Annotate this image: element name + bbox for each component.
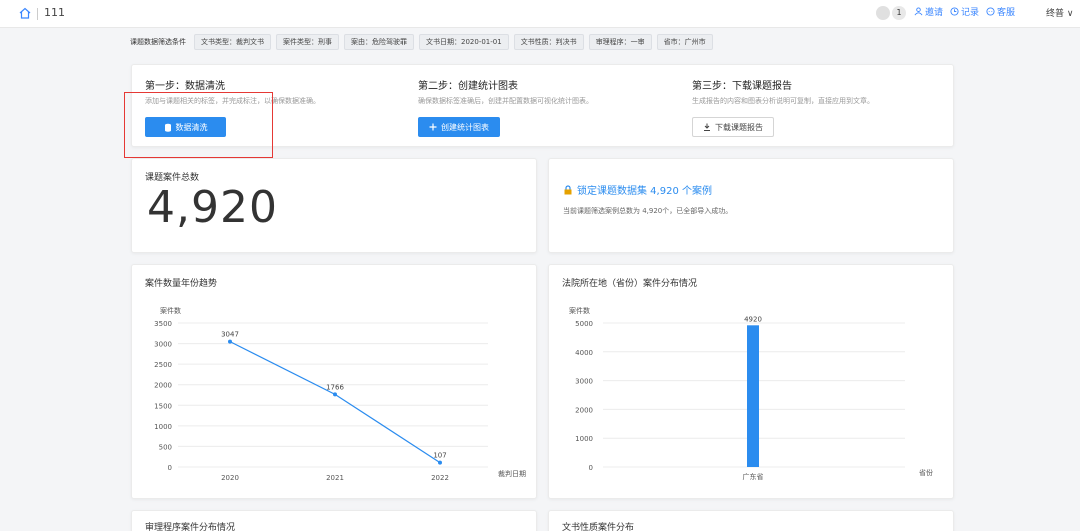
filter-chip[interactable]: 省市：广州市 <box>656 34 713 50</box>
step2-desc: 确保数据标签准确后，创建并配置数据可视化统计图表。 <box>418 97 593 105</box>
y-tick-label: 3500 <box>154 320 172 328</box>
y-tick-label: 3000 <box>575 378 593 386</box>
invite-link[interactable]: 邀请 <box>914 5 943 18</box>
data-label: 3047 <box>221 331 239 339</box>
data-point <box>438 460 442 465</box>
step2-title: 第二步：创建统计图表 <box>418 81 518 92</box>
y-tick-label: 1000 <box>575 435 593 443</box>
lock-subtext: 当前课题筛选案例总数为 4,920个，已全部导入成功。 <box>563 207 733 215</box>
divider <box>37 8 38 20</box>
y-tick-label: 2500 <box>154 361 172 369</box>
y-tick-label: 2000 <box>575 406 593 414</box>
user-menu[interactable]: 终普 ∨ <box>1046 6 1073 19</box>
download-report-label: 下载课题报告 <box>715 122 763 132</box>
record-label: 记录 <box>961 8 980 18</box>
data-label: 4920 <box>744 315 762 323</box>
data-label: 1766 <box>326 383 344 391</box>
download-report-button[interactable]: 下载课题报告 <box>692 117 774 137</box>
lock-dataset-link[interactable]: 锁定课题数据集 4,920 个案例 <box>563 182 712 197</box>
filter-chip[interactable]: 案由：危险驾驶罪 <box>344 34 414 50</box>
y-tick-label: 3000 <box>154 341 172 349</box>
bar <box>747 325 759 467</box>
create-chart-button[interactable]: 创建统计图表 <box>418 117 500 137</box>
x-tick-label: 广东省 <box>743 472 764 481</box>
notification-badge[interactable]: 1 <box>892 6 906 20</box>
filter-bar: 课题数据筛选条件 文书类型：裁判文书 案件类型：刑事 案由：危险驾驶罪 文书日期… <box>130 34 713 50</box>
line-chart-title: 案件数量年份趋势 <box>145 279 218 289</box>
y-tick-label: 2000 <box>154 382 172 390</box>
x-tick-label: 2022 <box>431 474 449 482</box>
doc-nature-title: 文书性质案件分布 <box>562 523 635 531</box>
x-tick-label: 2020 <box>221 474 239 482</box>
y-tick-label: 4000 <box>575 349 593 357</box>
top-bar: 111 1 邀请 记录 客服 终普 ∨ <box>0 0 1080 28</box>
home-icon[interactable] <box>18 6 32 20</box>
x-axis-label: 省份 <box>919 468 933 477</box>
y-axis-label: 案件数 <box>569 306 590 315</box>
step3-desc: 生成报告的内容和图表分析说明可复制，直接应用到文章。 <box>692 97 874 105</box>
download-icon <box>704 123 710 131</box>
record-link[interactable]: 记录 <box>950 5 979 18</box>
filter-title: 课题数据筛选条件 <box>130 38 186 46</box>
filter-chip[interactable]: 文书类型：裁判文书 <box>194 34 271 50</box>
breadcrumb[interactable]: 111 <box>44 6 65 19</box>
y-tick-label: 5000 <box>575 320 593 328</box>
bar-chart: 案件数 省份 0 1000 2000 3000 4000 5000 4920 广东省 <box>569 306 933 481</box>
chat-icon <box>986 7 995 16</box>
x-tick-label: 2021 <box>326 474 344 482</box>
series-line <box>229 341 441 464</box>
user-icon <box>914 7 923 16</box>
lock-text: 锁定课题数据集 4,920 个案例 <box>577 186 712 197</box>
step1-title: 第一步：数据清洗 <box>145 81 225 92</box>
highlight-box <box>124 92 273 158</box>
filter-chip[interactable]: 审理程序：一审 <box>588 34 652 50</box>
procedure-title: 审理程序案件分布情况 <box>145 523 236 531</box>
total-card: 课题案件总数 4,920 <box>131 158 537 253</box>
y-tick-label: 1000 <box>154 423 172 431</box>
data-label: 107 <box>433 452 446 460</box>
filter-chip[interactable]: 文书日期：2020-01-01 <box>419 34 509 50</box>
total-value: 4,920 <box>147 182 278 233</box>
y-tick-label: 500 <box>159 443 172 451</box>
x-axis-label: 裁判日期 <box>498 469 526 478</box>
filter-chip[interactable]: 文书性质：判决书 <box>513 34 584 50</box>
invite-label: 邀请 <box>925 8 944 18</box>
create-chart-label: 创建统计图表 <box>441 122 489 132</box>
lock-icon <box>564 184 572 194</box>
data-point <box>228 339 232 344</box>
bar-chart-title: 法院所在地（省份）案件分布情况 <box>562 279 698 289</box>
service-link[interactable]: 客服 <box>986 5 1015 18</box>
y-tick-label: 1500 <box>154 402 172 410</box>
avatar[interactable] <box>876 6 890 20</box>
y-tick-label: 0 <box>589 464 593 472</box>
procedure-card: 审理程序案件分布情况 <box>131 510 537 531</box>
doc-nature-card: 文书性质案件分布 <box>548 510 954 531</box>
data-point <box>333 392 337 397</box>
filter-chip[interactable]: 案件类型：刑事 <box>276 34 339 50</box>
lock-card: 锁定课题数据集 4,920 个案例 当前课题筛选案例总数为 4,920个，已全部… <box>548 158 954 253</box>
plus-icon <box>429 123 437 131</box>
clock-icon <box>950 7 959 16</box>
y-tick-label: 0 <box>168 464 172 472</box>
y-axis-label: 案件数 <box>160 306 181 315</box>
service-label: 客服 <box>997 8 1016 18</box>
bar-chart-card: 法院所在地（省份）案件分布情况 案件数 省份 0 1000 2000 3000 4000… <box>548 264 954 499</box>
line-chart: 案件数 裁判日期 0 500 1000 1500 2000 2500 3000 3500 202… <box>154 306 526 482</box>
step3-title: 第三步：下载课题报告 <box>692 81 792 92</box>
line-chart-card: 案件数量年份趋势 案件数 裁判日期 0 500 1000 1500 2000 2500 30… <box>131 264 537 499</box>
